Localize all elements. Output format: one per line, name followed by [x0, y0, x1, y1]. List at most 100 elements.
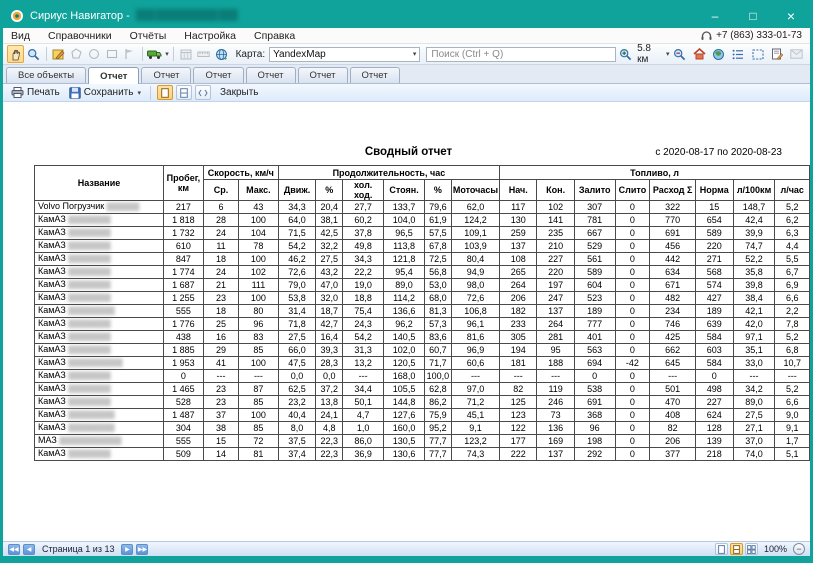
zoom-out-statusbar-button[interactable]: −	[793, 543, 805, 555]
next-page-button[interactable]: ▶	[121, 544, 133, 555]
vehicle-make: КамАЗ	[38, 266, 68, 276]
select-area-button[interactable]	[748, 45, 767, 63]
statusbar-view-multipage-button[interactable]	[745, 543, 758, 555]
minimize-button[interactable]: –	[696, 3, 734, 28]
close-button[interactable]: ×	[772, 3, 810, 28]
search-input[interactable]	[426, 47, 615, 62]
zoom-search-button[interactable]	[25, 45, 42, 63]
statusbar-view-single-button[interactable]	[715, 543, 728, 555]
table-row: КамАЗ █████ ███ ██1 2552310053,832,018,8…	[35, 292, 810, 305]
vehicle-plate-redacted: █████ ███ ██	[68, 334, 109, 341]
ruler-button[interactable]	[195, 45, 212, 63]
value-cell: 85	[239, 396, 279, 409]
value-cell: -42	[615, 357, 650, 370]
value-cell: 62,0	[451, 201, 499, 214]
menu-help[interactable]: Справка	[254, 30, 295, 42]
polygon-tool-button[interactable]	[68, 45, 85, 63]
home-button[interactable]	[690, 45, 709, 63]
vehicle-name-cell: КамАЗ █████ ███ ██	[35, 214, 164, 227]
legend-list-button[interactable]	[729, 45, 748, 63]
vehicle-name-cell: КамАЗ █████ ███ ███	[35, 305, 164, 318]
value-cell: 0,0	[278, 370, 316, 383]
print-label: Печать	[27, 87, 60, 98]
tab-report-3[interactable]: Отчет	[193, 67, 243, 83]
vehicle-make: КамАЗ	[38, 331, 68, 341]
value-cell: 127,6	[384, 409, 425, 422]
value-cell: 104	[239, 227, 279, 240]
table-row: КамАЗ █████ ███ ██610117854,232,249,8113…	[35, 240, 810, 253]
value-cell: 1 487	[164, 409, 204, 422]
value-cell: 39,3	[316, 344, 343, 357]
tab-report-6[interactable]: Отчет	[350, 67, 400, 83]
menu-view[interactable]: Вид	[11, 30, 30, 42]
save-button[interactable]: Сохранить ▾	[66, 85, 144, 101]
value-cell: 96,2	[384, 318, 425, 331]
value-cell: 529	[574, 240, 615, 253]
value-cell: ---	[733, 370, 775, 383]
value-cell: 72	[239, 435, 279, 448]
tab-report-2[interactable]: Отчет	[141, 67, 191, 83]
menu-directories[interactable]: Справочники	[48, 30, 112, 42]
value-cell: 18,8	[343, 292, 384, 305]
value-cell: 31,4	[278, 305, 316, 318]
save-dropdown-caret[interactable]: ▾	[137, 89, 141, 97]
menu-reports[interactable]: Отчёты	[130, 30, 167, 42]
view-continuous-button[interactable]	[176, 85, 192, 100]
first-page-button[interactable]: ◀◀	[8, 544, 20, 555]
prev-page-button[interactable]: ◀	[23, 544, 35, 555]
value-cell: 4,8	[316, 422, 343, 435]
zoom-in-button[interactable]	[617, 45, 636, 63]
print-button[interactable]: Печать	[8, 85, 63, 101]
value-cell: 1,0	[343, 422, 384, 435]
view-single-page-button[interactable]	[157, 85, 173, 100]
map-scale-caret[interactable]: ▾	[666, 50, 670, 58]
message-button[interactable]	[787, 45, 806, 63]
vehicle-name-cell: Volvo Погрузчик ████████	[35, 201, 164, 214]
maximize-button[interactable]: □	[734, 3, 772, 28]
globe-refresh-button[interactable]	[213, 45, 230, 63]
toolbar-separator	[142, 47, 143, 61]
vehicle-make: КамАЗ	[38, 370, 68, 380]
flag-tool-button[interactable]	[121, 45, 138, 63]
pan-hand-button[interactable]	[7, 45, 24, 63]
map-provider-select[interactable]: YandexMap ▾	[269, 47, 420, 62]
edit-note-button[interactable]	[768, 45, 787, 63]
value-cell: 42,4	[733, 214, 775, 227]
map-edit-button[interactable]	[50, 45, 67, 63]
menu-settings[interactable]: Настройка	[184, 30, 236, 42]
tab-all-objects[interactable]: Все объекты	[6, 67, 86, 83]
app-icon	[10, 9, 24, 23]
value-cell: 72,6	[451, 292, 499, 305]
view-fit-width-button[interactable]	[195, 85, 211, 100]
table-row: КамАЗ █████ ███ ██1 7742410272,643,222,2…	[35, 266, 810, 279]
value-cell: 37,2	[316, 383, 343, 396]
circle-tool-button[interactable]	[86, 45, 103, 63]
zoom-out-button[interactable]	[670, 45, 689, 63]
vehicle-dropdown-caret[interactable]: ▾	[165, 50, 169, 58]
value-cell: 6,2	[775, 214, 810, 227]
value-cell: 130	[500, 214, 537, 227]
value-cell: 8,0	[278, 422, 316, 435]
globe-button[interactable]	[709, 45, 728, 63]
last-page-button[interactable]: ▶▶	[136, 544, 148, 555]
value-cell: 210	[537, 240, 574, 253]
value-cell: 54,2	[278, 240, 316, 253]
value-cell: 105,5	[384, 383, 425, 396]
close-report-button[interactable]: Закрыть	[220, 87, 259, 98]
col-header-idle: хол. ход.	[343, 180, 384, 201]
value-cell: 691	[574, 396, 615, 409]
value-cell: 71,8	[278, 318, 316, 331]
value-cell: 54,2	[343, 331, 384, 344]
tab-report-5[interactable]: Отчет	[298, 67, 348, 83]
value-cell: 64,0	[278, 214, 316, 227]
value-cell: 136	[537, 422, 574, 435]
vehicle-button[interactable]	[147, 45, 164, 63]
statusbar-view-continuous-button[interactable]	[730, 543, 743, 555]
value-cell: 160,0	[384, 422, 425, 435]
tab-report-active[interactable]: Отчет	[88, 67, 139, 84]
tab-report-4[interactable]: Отчет	[246, 67, 296, 83]
value-cell: 22,3	[316, 435, 343, 448]
rectangle-tool-button[interactable]	[103, 45, 120, 63]
value-cell: 78	[239, 240, 279, 253]
calendar-button[interactable]	[178, 45, 195, 63]
